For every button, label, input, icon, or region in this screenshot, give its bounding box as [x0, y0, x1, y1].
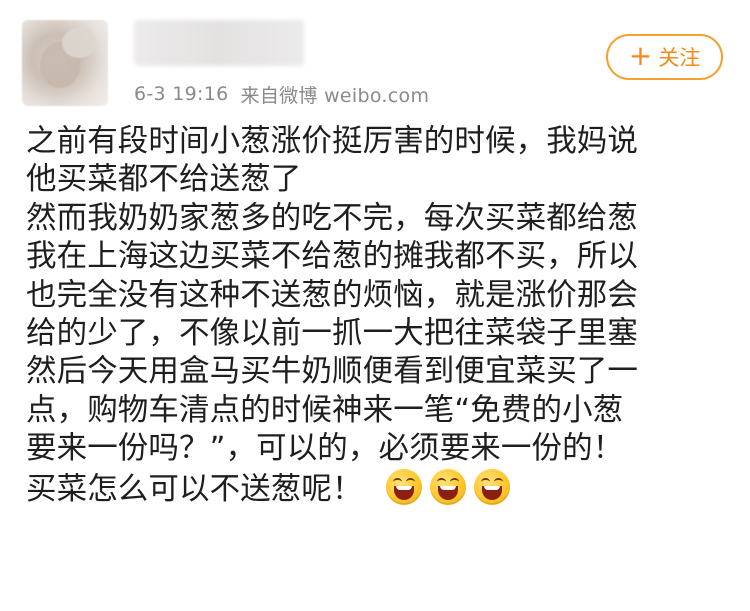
laughing-face-icon	[474, 468, 511, 505]
post-meta: 6-3 19:16 来自微博 weibo.com	[134, 80, 429, 108]
post-text-line: 给的少了，不像以前一抓一大把往菜袋子里塞	[26, 316, 638, 352]
post-text-line: 点，购物车清点的时候神来一笔“免费的小葱	[26, 392, 624, 428]
post-text-line: 我在上海这边买菜不给葱的摊我都不买，所以	[26, 239, 638, 275]
post-time: 6-3 19:16	[134, 83, 229, 105]
emoji-group	[386, 468, 511, 505]
plus-icon: +	[628, 39, 653, 72]
post-source[interactable]: 来自微博 weibo.com	[241, 81, 430, 108]
post-text: 买菜怎么可以不送葱呢！	[26, 471, 363, 507]
laughing-face-icon	[430, 468, 467, 505]
post-text-line: 然后今天用盒马买牛奶顺便看到便宜菜买了一	[26, 354, 638, 390]
post-text-line-last: 买菜怎么可以不送葱呢！	[26, 468, 726, 509]
post-text-line: 然而我奶奶家葱多的吃不完，每次买菜都给葱	[26, 200, 638, 236]
avatar[interactable]	[22, 20, 108, 106]
follow-button-label: 关注	[658, 46, 701, 70]
post-text-line: 之前有段时间小葱涨价挺厉害的时候，我妈说	[26, 124, 638, 159]
laughing-face-icon	[386, 468, 423, 505]
post-content: 之前有段时间小葱涨价挺厉害的时候，我妈说 他买菜都不给送葱了 然而我奶奶家葱多的…	[26, 123, 726, 509]
post-text-line: 也完全没有这种不送葱的烦恼，就是涨价那会	[26, 277, 638, 313]
username-blurred[interactable]	[134, 20, 304, 66]
post-text-line: 要来一份吗？”，可以的，必须要来一份的！	[26, 431, 624, 467]
avatar-blur-shape	[62, 28, 96, 58]
follow-button[interactable]: + 关注	[606, 34, 723, 80]
post-text-line: 他买菜都不给送葱了	[26, 162, 302, 198]
